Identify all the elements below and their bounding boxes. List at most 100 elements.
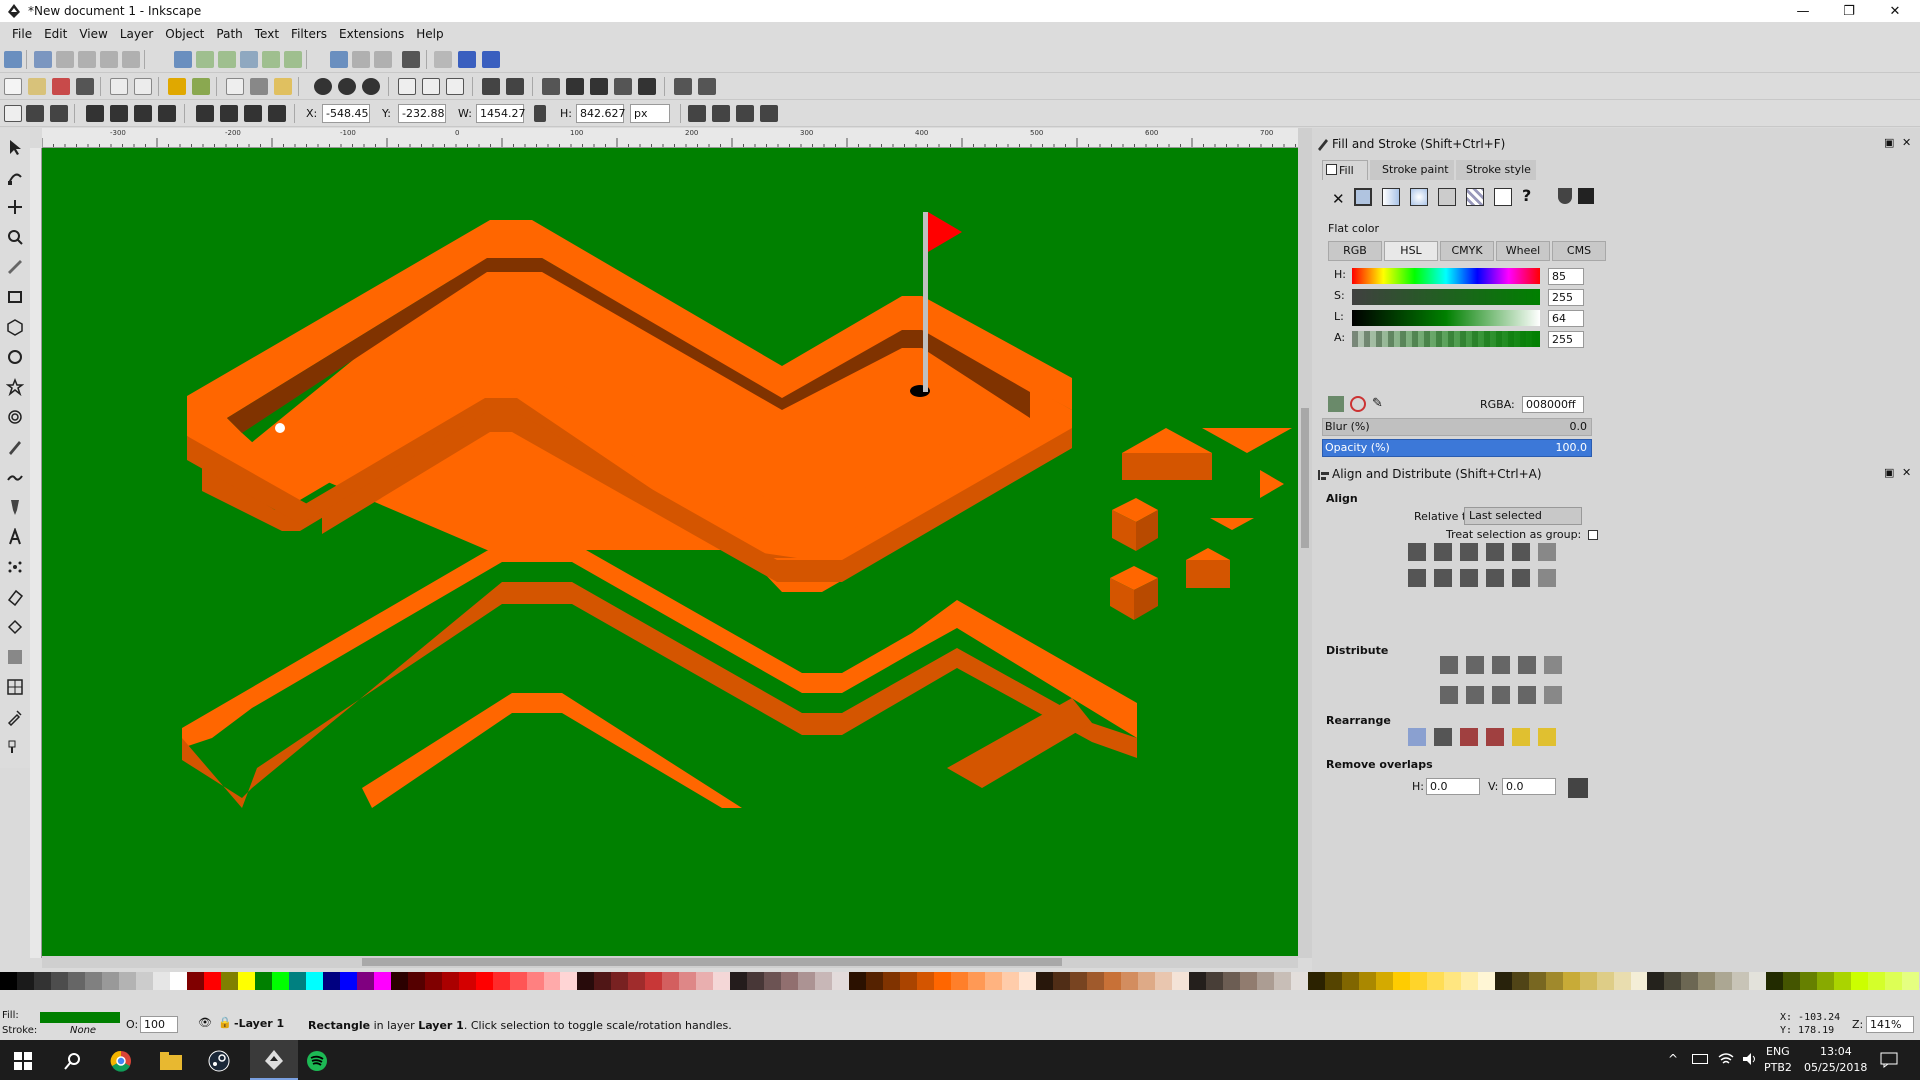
menu-file[interactable]: File	[6, 27, 38, 41]
h-field[interactable]: 842.627	[576, 104, 626, 123]
snap-nodes-icon[interactable]	[174, 51, 192, 68]
palette-swatch[interactable]	[1885, 972, 1903, 990]
palette-swatch[interactable]	[577, 972, 595, 990]
gradient-tool-icon[interactable]	[6, 648, 24, 666]
fill-rule-evenodd-icon[interactable]	[1558, 188, 1572, 204]
3d-box-tool-icon[interactable]	[6, 318, 24, 336]
snap-bbox-center-icon[interactable]	[122, 51, 140, 68]
export-icon[interactable]	[134, 78, 152, 95]
pen-tool-icon[interactable]	[6, 468, 24, 486]
palette-swatch[interactable]	[50, 972, 68, 990]
snap-page-icon[interactable]	[434, 51, 452, 68]
paste-icon[interactable]	[274, 78, 292, 95]
inkscape-taskbar-button[interactable]	[250, 1040, 298, 1080]
palette-swatch[interactable]	[1103, 972, 1121, 990]
unlink-clone-icon[interactable]	[446, 78, 464, 95]
palette-swatch[interactable]	[1902, 972, 1920, 990]
palette-swatch[interactable]	[1834, 972, 1852, 990]
tab-cms[interactable]: CMS	[1552, 241, 1606, 261]
minimize-button[interactable]: —	[1780, 0, 1826, 22]
flip-vertical-icon[interactable]	[158, 105, 176, 122]
palette-swatch[interactable]	[492, 972, 510, 990]
tab-hsl[interactable]: HSL	[1384, 241, 1438, 261]
palette-swatch[interactable]	[1409, 972, 1427, 990]
palette-swatch[interactable]	[1545, 972, 1563, 990]
layer-visibility-icon[interactable]: 👁	[198, 1016, 212, 1029]
treat-group-checkbox[interactable]	[1588, 530, 1598, 540]
palette-swatch[interactable]	[985, 972, 1003, 990]
select-all-icon[interactable]	[4, 105, 22, 122]
palette-swatch[interactable]	[1036, 972, 1054, 990]
palette-swatch[interactable]	[118, 972, 136, 990]
align-left-icon[interactable]	[1434, 543, 1452, 561]
clock-date[interactable]: 05/25/2018	[1804, 1061, 1867, 1074]
align-distribute-icon[interactable]	[638, 78, 656, 95]
menu-view[interactable]: View	[73, 27, 113, 41]
saturation-slider[interactable]	[1352, 289, 1540, 305]
palette-swatch[interactable]	[696, 972, 714, 990]
move-gradients-icon[interactable]	[736, 105, 754, 122]
palette-swatch[interactable]	[509, 972, 527, 990]
randomize-icon[interactable]	[1512, 728, 1530, 746]
palette-swatch[interactable]	[1375, 972, 1393, 990]
palette-swatch[interactable]	[713, 972, 731, 990]
new-document-icon[interactable]	[4, 78, 22, 95]
x-field[interactable]: -548.45	[322, 104, 370, 123]
menu-help[interactable]: Help	[410, 27, 449, 41]
palette-swatch[interactable]	[866, 972, 884, 990]
palette-swatch[interactable]	[1817, 972, 1835, 990]
palette-swatch[interactable]	[186, 972, 204, 990]
hue-field[interactable]: 85	[1548, 268, 1584, 285]
palette-swatch[interactable]	[424, 972, 442, 990]
measure-tool-icon[interactable]	[6, 258, 24, 276]
spray-tool-icon[interactable]	[6, 558, 24, 576]
tab-stroke-paint[interactable]: Stroke paint	[1370, 160, 1454, 180]
palette-swatch[interactable]	[730, 972, 748, 990]
palette-swatch[interactable]	[849, 972, 867, 990]
notifications-icon[interactable]	[1880, 1052, 1898, 1068]
upper-course-wall[interactable]	[187, 220, 1072, 592]
palette-swatch[interactable]	[1358, 972, 1376, 990]
distribute-center-v-icon[interactable]	[1466, 686, 1484, 704]
save-icon[interactable]	[52, 78, 70, 95]
tab-wheel[interactable]: Wheel	[1496, 241, 1550, 261]
lower-course-wall[interactable]	[182, 542, 1137, 808]
palette-swatch[interactable]	[101, 972, 119, 990]
zoom-page-icon[interactable]	[362, 78, 380, 95]
distribute-center-h-icon[interactable]	[1466, 656, 1484, 674]
current-layer-select[interactable]: -Layer 1	[234, 1015, 300, 1033]
menu-extensions[interactable]: Extensions	[333, 27, 410, 41]
print-icon[interactable]	[76, 78, 94, 95]
palette-swatch[interactable]	[1477, 972, 1495, 990]
palette-swatch[interactable]	[1715, 972, 1733, 990]
snap-midpoint-icon[interactable]	[284, 51, 302, 68]
star-tool-icon[interactable]	[6, 378, 24, 396]
scale-stroke-icon[interactable]	[688, 105, 706, 122]
palette-swatch[interactable]	[1698, 972, 1716, 990]
move-patterns-icon[interactable]	[760, 105, 778, 122]
palette-swatch[interactable]	[1239, 972, 1257, 990]
search-icon[interactable]	[64, 1052, 82, 1070]
lightness-field[interactable]: 64	[1548, 310, 1584, 327]
distribute-gaps-v-icon[interactable]	[1518, 686, 1536, 704]
palette-swatch[interactable]	[832, 972, 850, 990]
horizontal-scrollbar[interactable]	[42, 956, 1298, 968]
layer-lock-icon[interactable]: 🔒	[218, 1016, 232, 1029]
layers-icon[interactable]	[590, 78, 608, 95]
distribute-top-icon[interactable]	[1440, 686, 1458, 704]
distribute-right-icon[interactable]	[1492, 656, 1510, 674]
palette-swatch[interactable]	[1019, 972, 1037, 990]
group-icon[interactable]	[482, 78, 500, 95]
palette-swatch[interactable]	[169, 972, 187, 990]
spiral-tool-icon[interactable]	[6, 408, 24, 426]
node-tool-icon[interactable]	[6, 168, 24, 186]
align-center-v-icon[interactable]	[1460, 569, 1478, 587]
palette-swatch[interactable]	[1053, 972, 1071, 990]
select-all-layers-icon[interactable]	[26, 105, 44, 122]
palette-swatch[interactable]	[1341, 972, 1359, 990]
palette-swatch[interactable]	[883, 972, 901, 990]
flat-color-icon[interactable]	[1354, 188, 1372, 206]
mesh-tool-icon[interactable]	[6, 678, 24, 696]
palette-swatch[interactable]	[1443, 972, 1461, 990]
no-paint-icon[interactable]: ✕	[1332, 190, 1345, 208]
